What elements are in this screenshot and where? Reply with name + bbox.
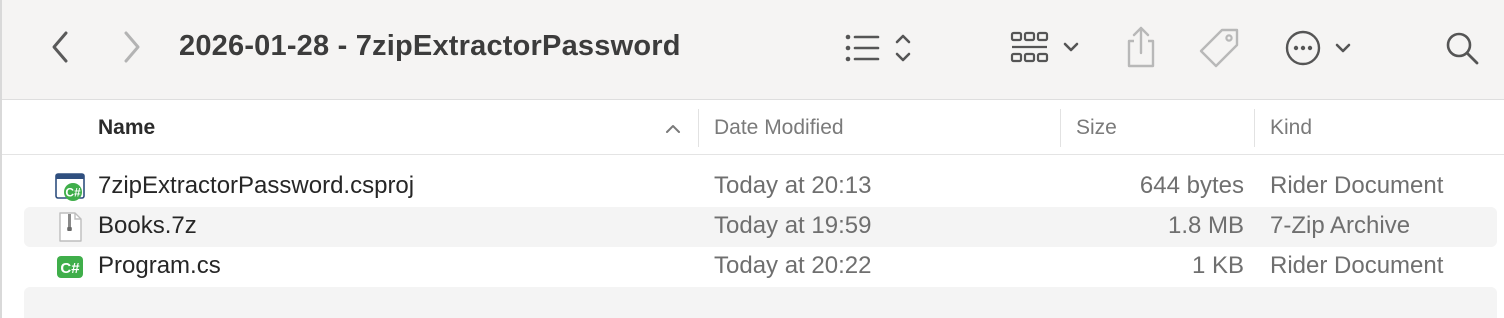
table-row[interactable]: Books.7z Today at 19:59 1.8 MB 7-Zip Arc… (24, 207, 1497, 247)
column-kind-header[interactable]: Kind (1270, 116, 1312, 140)
svg-text:C#: C# (65, 186, 81, 200)
file-size: 644 bytes (1139, 172, 1244, 199)
table-row[interactable]: C# 7zipExtractorPassword.csproj Today at… (24, 167, 1497, 207)
file-date: Today at 20:13 (714, 172, 872, 199)
group-by-icon (1010, 31, 1079, 63)
csharp-file-icon: C# (57, 256, 83, 278)
tag-icon (1199, 28, 1239, 68)
file-name: 7zipExtractorPassword.csproj (98, 172, 415, 199)
column-divider[interactable] (1060, 109, 1061, 147)
chevron-left-icon (52, 31, 68, 63)
group-by-button[interactable] (1008, 28, 1084, 68)
column-divider[interactable] (1254, 109, 1255, 147)
column-divider[interactable] (698, 109, 699, 147)
file-name: Program.cs (98, 252, 221, 279)
tag-button[interactable] (1198, 26, 1242, 70)
share-icon (1127, 26, 1155, 68)
more-actions-button[interactable] (1284, 26, 1356, 70)
file-kind: 7-Zip Archive (1270, 212, 1411, 239)
svg-text:C#: C# (60, 260, 80, 277)
column-name-header[interactable]: Name (98, 116, 155, 140)
search-icon (1446, 32, 1479, 65)
file-name: Books.7z (98, 212, 197, 239)
search-button[interactable] (1442, 28, 1482, 68)
sort-ascending-icon (666, 125, 680, 133)
column-size-header[interactable]: Size (1076, 116, 1117, 140)
file-kind: Rider Document (1270, 252, 1444, 279)
file-list: C# 7zipExtractorPassword.csproj Today at… (2, 156, 1504, 318)
empty-row (24, 287, 1497, 318)
view-options-button[interactable] (840, 28, 920, 68)
more-icon (1285, 30, 1351, 66)
file-date: Today at 20:22 (714, 252, 872, 279)
forward-button[interactable] (114, 28, 150, 66)
file-kind: Rider Document (1270, 172, 1444, 199)
column-date-header[interactable]: Date Modified (714, 116, 844, 140)
chevron-right-icon (124, 31, 140, 63)
list-view-icon (845, 34, 911, 62)
finder-window: 2026-01-28 - 7zipExtractorPassword Name … (0, 0, 1504, 318)
file-size: 1.8 MB (1167, 212, 1244, 239)
file-size: 1 KB (1191, 252, 1244, 279)
toolbar: 2026-01-28 - 7zipExtractorPassword (2, 0, 1504, 100)
file-date: Today at 19:59 (714, 212, 872, 239)
window-title: 2026-01-28 - 7zipExtractorPassword (179, 30, 681, 62)
archive-file-icon (59, 212, 82, 242)
back-button[interactable] (42, 28, 78, 66)
table-row[interactable]: C# Program.cs Today at 20:22 1 KB Rider … (24, 247, 1497, 287)
column-header: Name Date Modified Size Kind (2, 101, 1504, 155)
csproj-file-icon: C# (55, 173, 85, 201)
share-button[interactable] (1122, 24, 1160, 70)
